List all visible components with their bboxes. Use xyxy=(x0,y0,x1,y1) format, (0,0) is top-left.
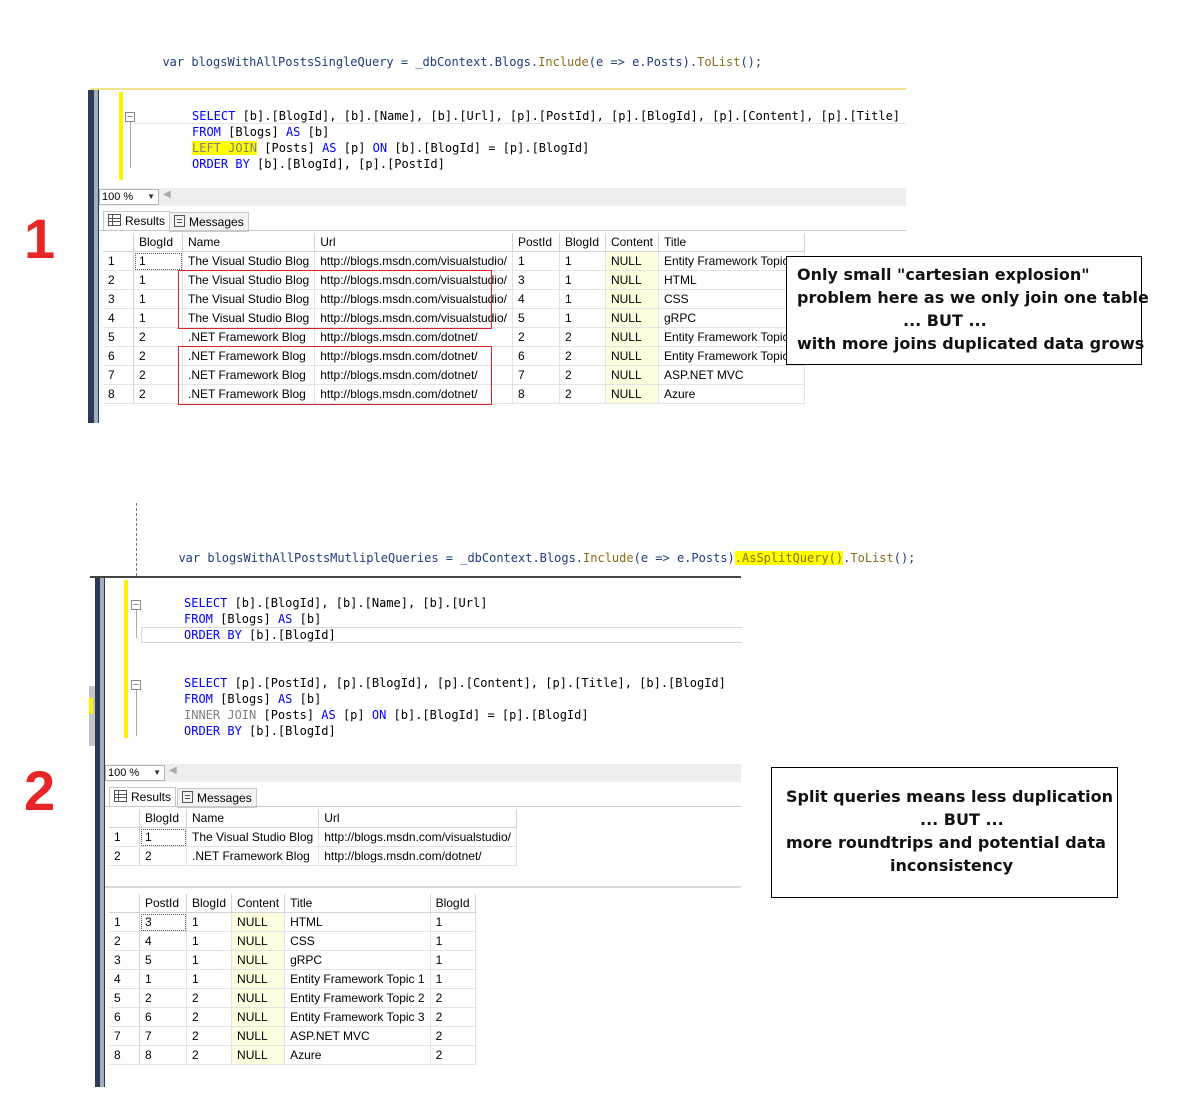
tab-messages[interactable]: Messages xyxy=(169,212,249,232)
chevron-down-icon: ▼ xyxy=(147,192,155,201)
csharp-line-1: var blogsWithAllPostsSingleQuery = _dbCo… xyxy=(162,55,763,69)
sql-line-from: FROM [Blogs] AS [b] xyxy=(184,612,322,626)
table-row[interactable]: 5 2 .NET Framework Blog http://blogs.msdn.c… xyxy=(103,327,805,347)
column-header[interactable]: PostId xyxy=(139,894,187,913)
collapse-toggle[interactable]: − xyxy=(131,600,141,610)
fold-guide xyxy=(136,610,137,638)
note-cartesian-explosion: Only small "cartesian explosion" problem… xyxy=(786,256,1149,365)
note-line: Only small "cartesian explosion" xyxy=(797,265,1090,284)
sql-line-select-blogs: SELECT [b].[BlogId], [b].[Name], [b].[Ur… xyxy=(184,596,488,610)
editor-status-strip xyxy=(99,188,906,206)
scroll-left-icon[interactable]: ◀ xyxy=(169,765,177,776)
sidebar-edge xyxy=(89,686,95,746)
section-number-1: 1 xyxy=(24,207,56,270)
sql-line-order-by: ORDER BY [b].[BlogId] xyxy=(184,628,336,642)
column-header[interactable]: Title xyxy=(284,894,431,913)
column-header[interactable]: BlogId xyxy=(559,233,606,252)
column-header[interactable]: Content xyxy=(231,894,286,913)
column-header[interactable]: BlogId xyxy=(430,894,476,913)
tab-results[interactable]: Results xyxy=(109,787,177,807)
row-number-header xyxy=(103,233,134,252)
editor-sidebar-inner xyxy=(100,578,104,1087)
duplication-highlight-visual-studio xyxy=(178,270,492,329)
sql-line-order-by: ORDER BY [b].[BlogId] xyxy=(184,724,336,738)
sql-line-left-join: LEFT JOIN [Posts] AS [p] ON [b].[BlogId]… xyxy=(192,141,590,155)
note-line: Split queries means less duplication xyxy=(786,787,1113,806)
fold-guide xyxy=(136,690,137,736)
sidebar-bookmark xyxy=(89,698,93,714)
tab-messages[interactable]: Messages xyxy=(177,788,257,808)
header-row: BlogId Name Url xyxy=(109,809,517,828)
section-number-2: 2 xyxy=(24,759,56,822)
note-line: ... BUT ... xyxy=(920,810,1004,829)
row-number-header xyxy=(109,894,140,913)
column-header[interactable]: Name xyxy=(182,233,316,252)
column-header[interactable]: BlogId xyxy=(139,809,187,828)
sql-line-select: SELECT [b].[BlogId], [b].[Name], [b].[Ur… xyxy=(192,109,901,123)
header-row: PostId BlogId Content Title BlogId xyxy=(109,894,476,913)
note-line: more roundtrips and potential data xyxy=(786,833,1106,852)
table-row[interactable]: 3 5 1 NULL gRPC 1 xyxy=(109,950,476,970)
header-row: BlogId Name Url PostId BlogId Content Ti… xyxy=(103,233,805,252)
zoom-dropdown[interactable]: 100 % ▼ xyxy=(105,765,165,781)
table-row[interactable]: 5 2 2 NULL Entity Framework Topic 22 xyxy=(109,988,476,1008)
table-row[interactable]: 4 1 1 NULL Entity Framework Topic 11 xyxy=(109,969,476,989)
grid-splitter[interactable] xyxy=(105,886,741,888)
results-grid-blogs: BlogId Name Url 1 1 The Visual Studio Blog… xyxy=(109,809,517,866)
current-line-guide xyxy=(134,123,906,124)
csharp-line-2: var blogsWithAllPostsMutlipleQueries = _… xyxy=(178,551,916,565)
tab-underline xyxy=(105,806,741,807)
note-split-queries: Split queries means less duplication ...… xyxy=(771,767,1118,898)
table-row[interactable]: 1 1 The Visual Studio Blog http://blogs.msd… xyxy=(103,251,805,271)
dashed-guide xyxy=(136,503,137,576)
column-header[interactable]: BlogId xyxy=(186,894,233,913)
editor-status-strip xyxy=(105,764,741,782)
column-header[interactable]: Url xyxy=(314,233,513,252)
column-header[interactable]: BlogId xyxy=(133,233,183,252)
sql-line-from: FROM [Blogs] AS [b] xyxy=(192,125,330,139)
table-row[interactable]: 2 2 .NET Framework Blog http://blogs.msdn.c… xyxy=(109,846,517,866)
note-line: ... BUT ... xyxy=(903,311,987,330)
table-row[interactable]: 7 7 2 NULL ASP.NET MVC 2 xyxy=(109,1026,476,1046)
grid-icon xyxy=(108,214,121,226)
fold-guide xyxy=(130,122,131,168)
tab-results[interactable]: Results xyxy=(103,211,171,231)
column-header[interactable]: PostId xyxy=(512,233,560,252)
table-row[interactable]: 8 8 2 NULL Azure 2 xyxy=(109,1045,476,1065)
note-line: inconsistency xyxy=(890,856,1014,875)
row-number-header xyxy=(109,809,140,828)
chevron-down-icon: ▼ xyxy=(153,768,161,777)
messages-icon xyxy=(182,791,193,803)
sql-line-inner-join: INNER JOIN [Posts] AS [p] ON [b].[BlogId… xyxy=(184,708,589,722)
editor-top-border xyxy=(90,88,906,90)
messages-icon xyxy=(174,215,185,227)
table-row[interactable]: 6 6 2 NULL Entity Framework Topic 32 xyxy=(109,1007,476,1027)
duplication-highlight-dotnet xyxy=(178,346,492,405)
scroll-left-icon[interactable]: ◀ xyxy=(163,189,171,200)
tab-underline xyxy=(99,230,906,231)
collapse-toggle[interactable]: − xyxy=(131,680,141,690)
column-header[interactable]: Title xyxy=(658,233,805,252)
editor-sidebar-inner xyxy=(94,90,98,423)
editor-top-border xyxy=(90,576,741,578)
change-marker xyxy=(124,580,128,738)
table-row[interactable]: 2 4 1 NULL CSS 1 xyxy=(109,931,476,951)
sql-line-order-by: ORDER BY [b].[BlogId], [p].[PostId] xyxy=(192,157,445,171)
change-marker xyxy=(119,92,123,180)
column-header[interactable]: Content xyxy=(605,233,660,252)
sql-line-select-posts: SELECT [p].[PostId], [p].[BlogId], [p].[… xyxy=(184,676,726,690)
table-row[interactable]: 1 3 1 NULL HTML 1 xyxy=(109,912,476,932)
sql-line-from: FROM [Blogs] AS [b] xyxy=(184,692,322,706)
note-line: problem here as we only join one table xyxy=(797,288,1149,307)
column-header[interactable]: Url xyxy=(318,809,517,828)
collapse-toggle[interactable]: − xyxy=(125,112,135,122)
zoom-dropdown[interactable]: 100 % ▼ xyxy=(99,189,159,205)
table-row[interactable]: 1 1 The Visual Studio Blog http://blogs.msd… xyxy=(109,827,517,847)
results-grid-posts: PostId BlogId Content Title BlogId 1 3 1 NU… xyxy=(109,894,476,1065)
column-header[interactable]: Name xyxy=(186,809,320,828)
grid-icon xyxy=(114,790,127,802)
note-line: with more joins duplicated data grows xyxy=(797,334,1145,353)
